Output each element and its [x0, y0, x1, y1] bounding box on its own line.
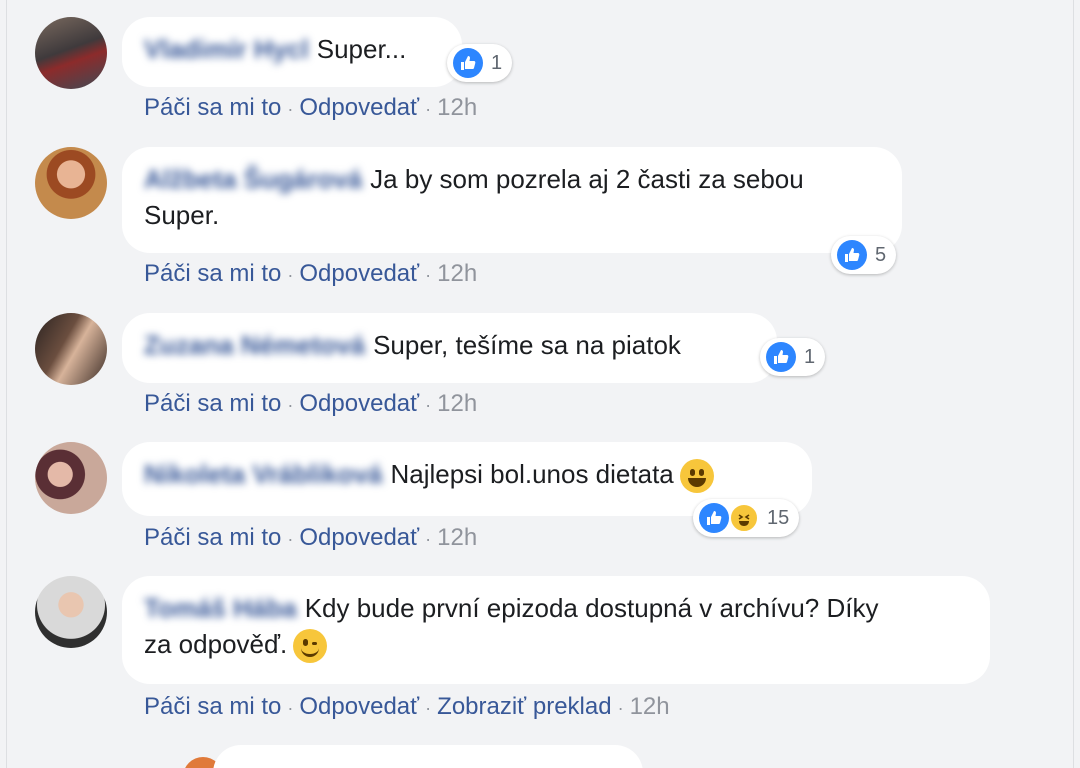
comment-bubble: Tomáš Hába Kdy bude první epizoda dostupn…	[122, 576, 990, 684]
like-link[interactable]: Páči sa mi to	[144, 524, 281, 551]
comment-text: Kdy bude první epizoda dostupná v archív…	[304, 593, 879, 623]
comment-timestamp[interactable]: 12h	[437, 524, 477, 551]
comment-bubble: Vladimír Hycl Super...	[122, 17, 462, 87]
like-icon	[837, 240, 867, 270]
comment-author[interactable]: Nikoleta Vrábliková	[144, 459, 382, 489]
reply-link[interactable]: Odpovedať	[299, 94, 419, 121]
comment-timestamp[interactable]: 12h	[437, 260, 477, 287]
reaction-summary[interactable]: 1	[760, 338, 826, 376]
reply-link[interactable]: Odpovedať	[299, 524, 419, 551]
reaction-count: 1	[804, 345, 816, 368]
comment-timestamp[interactable]: 12h	[630, 693, 670, 720]
comment-author[interactable]: Vladimír Hycl	[144, 34, 309, 64]
comment-bubble	[213, 745, 643, 768]
like-icon	[699, 503, 729, 533]
wink-emoji	[293, 629, 328, 664]
reaction-count: 1	[491, 51, 503, 74]
comment-actions: Páči sa mi to · Odpovedať · Zobraziť preklad…	[144, 693, 670, 720]
reaction-summary[interactable]: 15	[693, 499, 800, 537]
avatar[interactable]	[35, 147, 107, 219]
comment-actions: Páči sa mi to · Odpovedať · 12h	[144, 390, 478, 417]
avatar[interactable]	[35, 313, 107, 385]
comment-author[interactable]: Tomáš Hába	[144, 593, 297, 623]
reply-link[interactable]: Odpovedať	[299, 260, 419, 287]
comment-bubble: Zuzana Németová Super, tešíme sa na piato…	[122, 313, 777, 383]
comment-text: Ja by som pozrela aj 2 časti za sebou	[370, 164, 804, 194]
comment-timestamp[interactable]: 12h	[437, 390, 477, 417]
comment-actions: Páči sa mi to · Odpovedať · 12h	[144, 94, 478, 121]
comment-timestamp[interactable]: 12h	[437, 94, 477, 121]
like-icon	[766, 342, 796, 372]
comment-actions: Páči sa mi to · Odpovedať · 12h	[144, 260, 478, 287]
like-link[interactable]: Páči sa mi to	[144, 390, 281, 417]
reply-link[interactable]: Odpovedať	[299, 390, 419, 417]
comment-bubble: Alžbeta Šugárová Ja by som pozrela aj 2 č…	[122, 147, 902, 253]
reaction-summary[interactable]: 5	[831, 236, 897, 274]
comment-text: Najlepsi bol.unos dietata	[390, 459, 674, 489]
comment-text: Super...	[316, 34, 407, 64]
like-link[interactable]: Páči sa mi to	[144, 94, 281, 121]
reaction-count: 5	[875, 243, 887, 266]
like-icon	[453, 48, 483, 78]
comment-author[interactable]: Zuzana Németová	[144, 330, 365, 360]
comment-text: Super, tešíme sa na piatok	[373, 330, 681, 360]
like-link[interactable]: Páči sa mi to	[144, 693, 281, 720]
avatar[interactable]	[35, 576, 107, 648]
comment-text-line2: za odpověď.	[144, 629, 288, 659]
haha-icon	[729, 503, 759, 533]
reaction-count: 15	[767, 506, 790, 529]
like-link[interactable]: Páči sa mi to	[144, 260, 281, 287]
translate-link[interactable]: Zobraziť preklad	[437, 693, 611, 720]
reaction-summary[interactable]: 1	[447, 44, 513, 82]
comment-actions: Páči sa mi to · Odpovedať · 12h	[144, 524, 478, 551]
grinning-emoji	[679, 459, 714, 494]
avatar[interactable]	[35, 17, 107, 89]
comment-author[interactable]: Alžbeta Šugárová	[144, 164, 362, 194]
reply-link[interactable]: Odpovedať	[299, 693, 419, 720]
comments-panel: Vladimír Hycl Super... 1 Páči sa mi to · Od…	[6, 0, 1074, 768]
comment-text-line2: Super.	[144, 200, 220, 230]
avatar[interactable]	[35, 442, 107, 514]
